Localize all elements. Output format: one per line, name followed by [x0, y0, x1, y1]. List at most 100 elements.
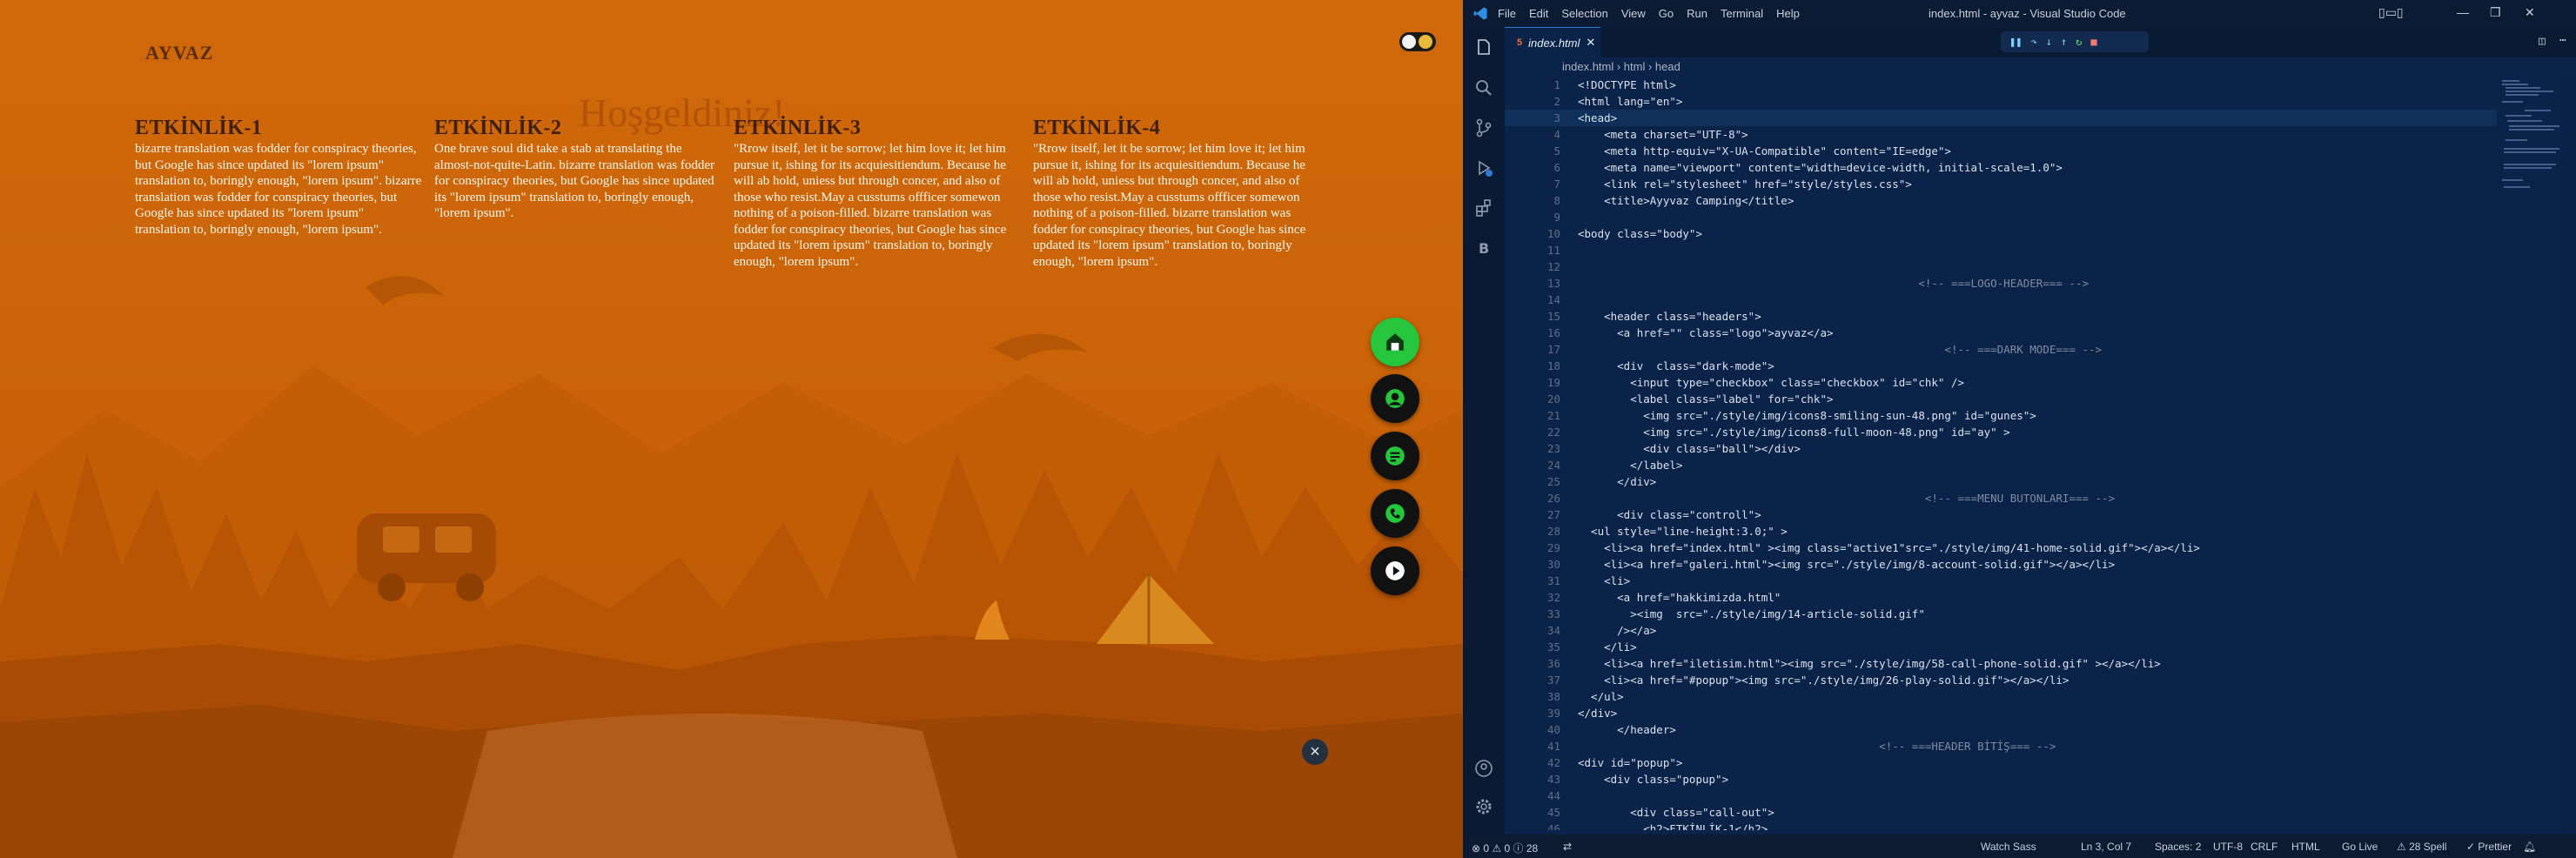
- settings-gear-icon[interactable]: [1473, 796, 1494, 817]
- cursor-position[interactable]: Ln 3, Col 7: [2081, 841, 2131, 853]
- layout-toggle-icon[interactable]: ▯▭▯: [2378, 5, 2404, 20]
- line-number: 4: [1553, 128, 1560, 141]
- spell-check[interactable]: ⚠ 28 Spell: [2397, 841, 2446, 853]
- watch-sass-button[interactable]: Watch Sass: [1981, 841, 2036, 853]
- code-line[interactable]: <header class="headers">: [1578, 308, 1761, 325]
- popup-close-button[interactable]: ×: [1302, 739, 1328, 765]
- code-line[interactable]: <body class="body">: [1578, 225, 1702, 242]
- code-line[interactable]: /></a>: [1578, 622, 1656, 639]
- code-line[interactable]: <!-- ===HEADER BİTİŞ=== -->: [1578, 738, 2056, 754]
- menu-go[interactable]: Go: [1659, 7, 1674, 20]
- code-line[interactable]: <li><a href="galeri.html"><img src="./st…: [1578, 556, 2115, 573]
- code-line[interactable]: <li><a href="index.html" ><img class="ac…: [1578, 540, 2200, 556]
- about-nav-button[interactable]: [1371, 432, 1419, 480]
- go-live-button[interactable]: Go Live: [2342, 841, 2378, 853]
- code-line[interactable]: </li>: [1578, 639, 1637, 655]
- source-control-icon[interactable]: [1473, 117, 1494, 138]
- code-line[interactable]: <img src="./style/img/icons8-full-moon-4…: [1578, 424, 2009, 440]
- run-debug-icon[interactable]: [1473, 158, 1494, 178]
- tab-close-icon[interactable]: ✕: [1586, 36, 1595, 50]
- extensions-icon[interactable]: [1473, 198, 1494, 218]
- encoding[interactable]: UTF-8: [2213, 841, 2243, 853]
- explorer-icon[interactable]: [1473, 37, 1494, 58]
- notifications-bell-icon[interactable]: 🔔︎: [2523, 841, 2536, 853]
- code-line[interactable]: <div class="dark-mode">: [1578, 358, 1774, 374]
- indentation[interactable]: Spaces: 2: [2155, 841, 2201, 853]
- code-line[interactable]: <a href="" class="logo">ayvaz</a>: [1578, 325, 1833, 341]
- menu-run[interactable]: Run: [1687, 7, 1707, 20]
- code-line[interactable]: <div class="ball"></div>: [1578, 440, 1801, 457]
- code-line[interactable]: <ul style="line-height:3.0;" >: [1578, 523, 1788, 540]
- menu-terminal[interactable]: Terminal: [1721, 7, 1763, 20]
- search-icon[interactable]: [1473, 77, 1494, 98]
- line-number: 7: [1553, 178, 1560, 191]
- code-line[interactable]: <meta http-equiv="X-UA-Compatible" conte…: [1578, 143, 1951, 159]
- line-number: 24: [1546, 459, 1560, 472]
- code-line[interactable]: <title>Ayyvaz Camping</title>: [1578, 192, 1794, 209]
- restart-icon[interactable]: ↻: [2076, 36, 2082, 48]
- breadcrumb[interactable]: index.html › html › head: [1505, 57, 2576, 77]
- contact-nav-button[interactable]: [1371, 489, 1419, 538]
- code-line[interactable]: <link rel="stylesheet" href="style/style…: [1578, 176, 1912, 192]
- more-actions-icon[interactable]: ⋯: [2559, 34, 2566, 47]
- stop-icon[interactable]: ■: [2090, 36, 2096, 48]
- code-editor[interactable]: 1 2 3 4 5 6 7 8 9 10 11 12 13 14 15 16 17 18 19 20 21 22 23 24 2…: [1505, 77, 2497, 830]
- tab-index-html[interactable]: 5 index.html ✕: [1505, 27, 1600, 57]
- code-line[interactable]: <li><a href="iletisim.html"><img src="./…: [1578, 655, 2161, 672]
- home-nav-button[interactable]: [1371, 318, 1419, 366]
- code-line[interactable]: <a href="hakkimizda.html": [1578, 589, 1781, 606]
- code-line[interactable]: </ul>: [1578, 688, 1624, 705]
- prettier-status[interactable]: ✓ Prettier: [2466, 841, 2512, 853]
- code-line[interactable]: </div>: [1578, 473, 1656, 490]
- code-line[interactable]: <!-- ===LOGO-HEADER=== -->: [1578, 275, 2089, 292]
- step-out-icon[interactable]: ↑: [2061, 36, 2067, 48]
- code-line[interactable]: <head>: [1578, 110, 1617, 126]
- split-editor-icon[interactable]: ◫: [2539, 35, 2546, 48]
- site-logo[interactable]: AYVAZ: [145, 42, 213, 64]
- menu-view[interactable]: View: [1621, 7, 1646, 20]
- problems-indicator[interactable]: ⊗ 0 ⚠ 0 ⓘ 28: [1472, 841, 1538, 855]
- gallery-nav-button[interactable]: [1371, 374, 1419, 423]
- menu-selection[interactable]: Selection: [1561, 7, 1607, 20]
- code-line[interactable]: <li><a href="#popup"><img src="./style/i…: [1578, 672, 2069, 688]
- code-line[interactable]: <div class="controll">: [1578, 506, 1761, 523]
- code-line[interactable]: ><img src="./style/img/14-article-solid.…: [1578, 606, 1925, 622]
- code-line[interactable]: <div class="call-out">: [1578, 804, 1774, 821]
- code-line[interactable]: <html lang="en">: [1578, 93, 1682, 110]
- code-line[interactable]: <div id="popup">: [1578, 754, 1682, 771]
- pause-icon[interactable]: ❚❚: [2009, 36, 2022, 48]
- menu-help[interactable]: Help: [1776, 7, 1800, 20]
- menu-file[interactable]: File: [1498, 7, 1516, 20]
- code-line[interactable]: <!-- ===MENU BUTONLARI=== -->: [1578, 490, 2115, 506]
- code-line[interactable]: <img src="./style/img/icons8-smiling-sun…: [1578, 407, 2036, 424]
- line-number: 29: [1546, 541, 1560, 554]
- code-line[interactable]: <!DOCTYPE html>: [1578, 77, 1676, 93]
- code-line[interactable]: <input type="checkbox" class="checkbox" …: [1578, 374, 1964, 391]
- close-icon[interactable]: ✕: [2525, 5, 2535, 20]
- code-line[interactable]: <h2>ETKİNLİK-1</h2>: [1578, 821, 1768, 830]
- dark-mode-toggle[interactable]: [1399, 32, 1436, 51]
- code-line[interactable]: <label class="label" for="chk">: [1578, 391, 1833, 407]
- code-line[interactable]: <li>: [1578, 573, 1630, 589]
- event-column-2: ETKİNLİK-2 One brave soul did take a sta…: [434, 116, 721, 222]
- code-line[interactable]: <div class="popup">: [1578, 771, 1728, 788]
- code-line[interactable]: </label>: [1578, 457, 1682, 473]
- code-line[interactable]: </header>: [1578, 721, 1676, 738]
- code-line[interactable]: <meta charset="UTF-8">: [1578, 126, 1748, 143]
- code-line[interactable]: <meta name="viewport" content="width=dev…: [1578, 159, 2063, 176]
- code-line[interactable]: </div>: [1578, 705, 1617, 721]
- menu-edit[interactable]: Edit: [1529, 7, 1548, 20]
- minimap[interactable]: [2499, 77, 2559, 303]
- minimize-icon[interactable]: —: [2457, 5, 2469, 19]
- account-icon[interactable]: [1473, 758, 1494, 779]
- restore-icon[interactable]: ❐: [2490, 5, 2501, 20]
- step-into-icon[interactable]: ↓: [2046, 36, 2052, 48]
- bootstrap-icon[interactable]: B: [1473, 238, 1494, 258]
- code-line[interactable]: <!-- ===DARK MODE=== -->: [1578, 341, 2102, 358]
- line-ending[interactable]: CRLF: [2251, 841, 2277, 853]
- popup-play-button[interactable]: [1371, 546, 1419, 595]
- language-mode[interactable]: HTML: [2291, 841, 2320, 853]
- editor-scrollbar[interactable]: [2561, 77, 2576, 830]
- step-over-icon[interactable]: ↷: [2030, 36, 2036, 48]
- remote-icon[interactable]: ⇄: [1563, 841, 1572, 853]
